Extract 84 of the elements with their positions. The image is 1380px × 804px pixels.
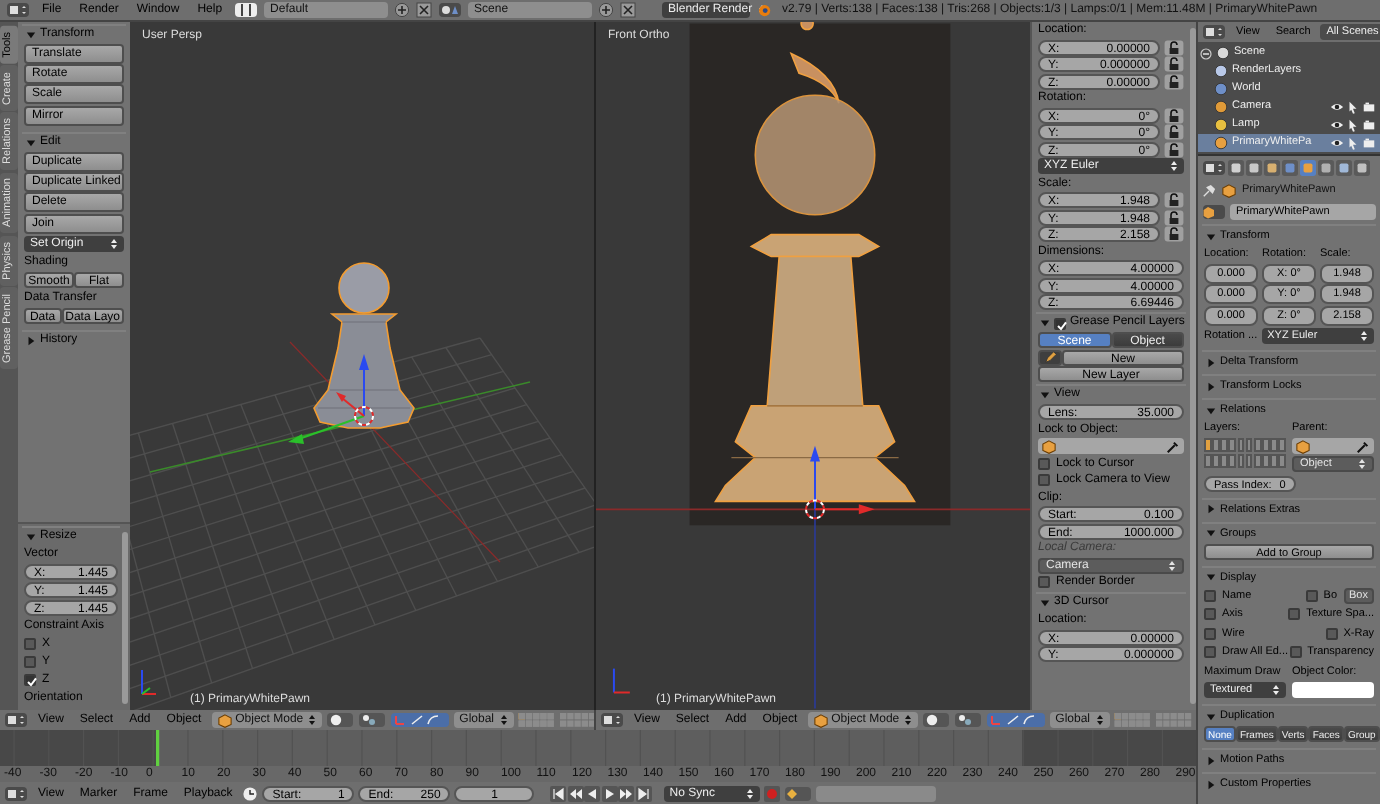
keying-set-icon[interactable] — [783, 785, 812, 801]
pin-icon[interactable] — [1202, 183, 1216, 197]
object-picker-field[interactable] — [1292, 438, 1374, 454]
eye-icon[interactable] — [1330, 118, 1344, 132]
padlock-icon[interactable] — [1164, 192, 1184, 208]
pivot-point-icon[interactable] — [953, 712, 982, 728]
expand-triangle-icon — [26, 336, 36, 346]
scrollbar[interactable] — [122, 532, 128, 704]
expand-triangle-icon — [1206, 381, 1216, 391]
checkbox[interactable] — [1204, 627, 1216, 639]
checkbox[interactable] — [1038, 457, 1050, 469]
manipulator-toggle-icon[interactable] — [985, 712, 1046, 728]
keying-set-field[interactable] — [815, 785, 936, 801]
axis-gizmo-icon — [612, 667, 631, 694]
expand-triangle-icon — [1206, 779, 1216, 789]
padlock-icon[interactable] — [1164, 209, 1184, 225]
pawn-model[interactable] — [313, 262, 415, 429]
color-swatch[interactable] — [1292, 682, 1374, 698]
transform-arrows[interactable] — [810, 445, 875, 515]
checkbox[interactable] — [1325, 627, 1338, 639]
add-icon[interactable] — [394, 2, 411, 18]
eye-icon[interactable] — [1330, 100, 1344, 114]
padlock-icon[interactable] — [1164, 124, 1184, 140]
pivot-point-icon[interactable] — [357, 712, 386, 728]
editor-type-icon[interactable] — [600, 712, 624, 728]
checkbox[interactable] — [1305, 589, 1318, 601]
3d-cursor-icon — [805, 499, 825, 520]
collapse-triangle-icon — [1206, 572, 1216, 582]
checkbox[interactable] — [1204, 589, 1216, 601]
editor-type-icon[interactable] — [4, 785, 28, 801]
editor-type-icon[interactable] — [6, 2, 30, 18]
padlock-icon[interactable] — [1164, 73, 1184, 89]
scrollbar[interactable] — [1190, 28, 1196, 704]
checkbox[interactable] — [1054, 317, 1066, 329]
axis-gizmo-icon — [141, 669, 157, 695]
close-icon[interactable] — [416, 2, 433, 18]
checkbox[interactable] — [24, 674, 36, 686]
checkbox[interactable] — [24, 656, 36, 668]
editor-type-icon[interactable] — [1202, 24, 1226, 40]
collapse-triangle-icon — [1206, 405, 1216, 415]
object-browse-icon[interactable] — [1202, 204, 1226, 220]
eyedropper-icon — [1356, 439, 1370, 453]
next-keyframe-icon[interactable] — [618, 785, 635, 801]
eyedropper-icon — [1166, 439, 1180, 453]
padlock-icon[interactable] — [1164, 141, 1184, 157]
checkbox[interactable] — [24, 638, 36, 650]
collapse-triangle-icon — [26, 138, 36, 148]
checkbox[interactable] — [1204, 646, 1216, 658]
previous-keyframe-icon[interactable] — [567, 785, 584, 801]
pencil-button[interactable] — [1038, 349, 1062, 365]
transform-arrows[interactable] — [288, 354, 369, 444]
expand-triangle-icon — [1206, 357, 1216, 367]
manipulator-toggle-icon[interactable] — [389, 712, 450, 728]
padlock-icon[interactable] — [1164, 56, 1184, 72]
checkbox[interactable] — [1288, 608, 1301, 620]
checkbox[interactable] — [1038, 576, 1050, 588]
object-picker-field[interactable] — [1038, 438, 1184, 454]
layer-buttons[interactable] — [518, 712, 598, 728]
padlock-icon[interactable] — [1164, 107, 1184, 123]
checkbox[interactable] — [1038, 474, 1050, 486]
padlock-icon[interactable] — [1164, 39, 1184, 55]
add-icon[interactable] — [598, 2, 615, 18]
eye-icon[interactable] — [1330, 136, 1344, 150]
screen-layout-icon[interactable] — [234, 2, 259, 18]
collapse-icon[interactable] — [1200, 47, 1212, 59]
checkbox[interactable] — [1289, 646, 1302, 658]
collapse-triangle-icon — [26, 532, 36, 542]
logo-icon — [756, 2, 773, 18]
collapse-triangle-icon — [1040, 598, 1050, 608]
collapse-triangle-icon — [1040, 318, 1050, 328]
3d-cursor-icon — [354, 406, 374, 426]
editor-type-icon[interactable] — [4, 712, 28, 728]
close-icon[interactable] — [620, 2, 637, 18]
collapse-triangle-icon — [1206, 711, 1216, 721]
editor-type-icon[interactable] — [1202, 159, 1226, 175]
expand-triangle-icon — [1206, 755, 1216, 765]
clock-icon[interactable] — [242, 785, 259, 801]
collapse-triangle-icon — [1206, 231, 1216, 241]
collapse-triangle-icon — [1206, 528, 1216, 538]
checkbox[interactable] — [1204, 608, 1216, 620]
collapse-triangle-icon — [26, 30, 36, 40]
collapse-triangle-icon — [1040, 390, 1050, 400]
padlock-icon[interactable] — [1164, 226, 1184, 242]
expand-triangle-icon — [1206, 504, 1216, 514]
